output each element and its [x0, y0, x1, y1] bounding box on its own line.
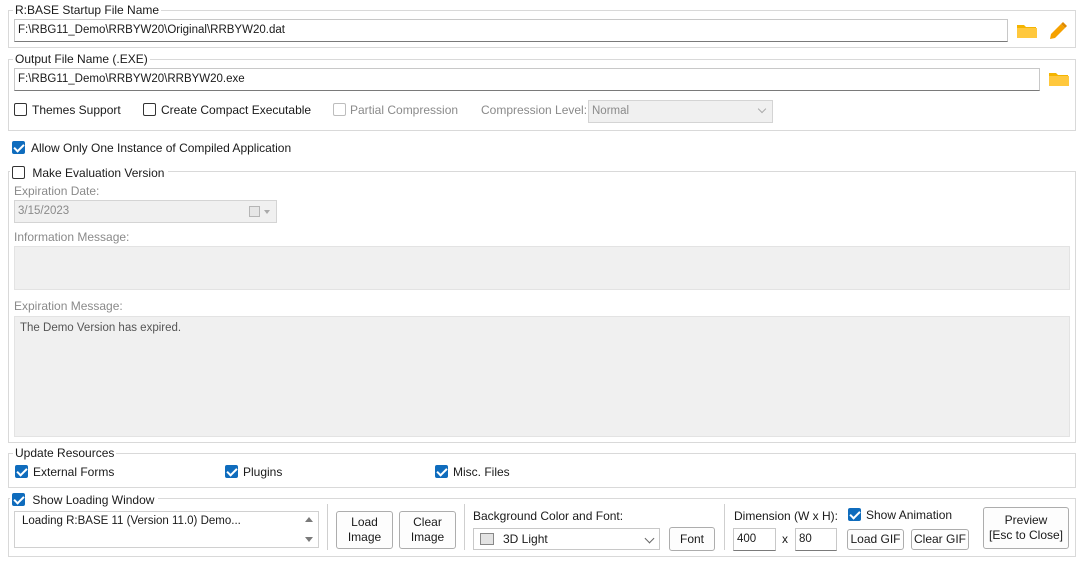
startup-file-legend: R:BASE Startup File Name: [13, 3, 162, 17]
evaluation-legend-box: Make Evaluation Version: [10, 164, 169, 180]
clear-gif-button[interactable]: Clear GIF: [911, 529, 969, 550]
startup-file-input[interactable]: F:\RBG11_Demo\RRBYW20\Original\RRBYW20.d…: [14, 19, 1008, 42]
compact-executable-checkbox[interactable]: [143, 103, 156, 116]
plugins-checkbox[interactable]: [225, 465, 238, 478]
loading-message-memo[interactable]: Loading R:BASE 11 (Version 11.0) Demo...: [14, 511, 319, 548]
color-swatch: [480, 533, 494, 545]
background-color-select[interactable]: 3D Light: [473, 528, 660, 550]
chevron-down-icon: [264, 210, 270, 214]
load-image-button[interactable]: Load Image: [336, 511, 393, 549]
show-loading-window-checkbox[interactable]: [12, 493, 25, 506]
compression-level-label: Compression Level:: [481, 103, 588, 117]
info-message-textarea[interactable]: [14, 246, 1070, 290]
resources-legend: Update Resources: [13, 446, 117, 460]
misc-files-label: Misc. Files: [453, 465, 510, 479]
separator: [724, 504, 725, 550]
compact-executable-label: Create Compact Executable: [161, 103, 312, 117]
preview-button[interactable]: Preview [Esc to Close]: [983, 507, 1069, 549]
compression-level-select[interactable]: Normal: [588, 100, 773, 123]
partial-compression-checkbox[interactable]: [333, 103, 346, 116]
evaluation-version-label: Make Evaluation Version: [32, 166, 165, 180]
compression-level-value: Normal: [592, 105, 630, 117]
clear-image-button[interactable]: Clear Image: [399, 511, 456, 549]
partial-compression-label: Partial Compression: [350, 103, 459, 117]
external-forms-checkbox[interactable]: [15, 465, 28, 478]
chevron-down-icon: [644, 533, 655, 544]
expiration-message-textarea[interactable]: The Demo Version has expired.: [14, 316, 1070, 437]
themes-support-checkbox[interactable]: [14, 103, 27, 116]
resources-group: [8, 453, 1076, 488]
show-animation-checkbox[interactable]: [848, 508, 861, 521]
themes-support-label: Themes Support: [32, 103, 121, 117]
width-input[interactable]: 400: [733, 528, 776, 551]
calendar-icon[interactable]: [249, 206, 260, 217]
output-file-legend: Output File Name (.EXE): [13, 52, 150, 66]
expiration-date-label: Expiration Date:: [14, 184, 100, 198]
folder-open-icon[interactable]: [1048, 70, 1070, 87]
background-color-font-label: Background Color and Font:: [473, 509, 624, 523]
output-file-input[interactable]: F:\RBG11_Demo\RRBYW20\RRBYW20.exe: [14, 68, 1040, 91]
font-button[interactable]: Font: [669, 527, 715, 551]
separator: [327, 504, 328, 550]
show-loading-window-label: Show Loading Window: [32, 493, 155, 507]
single-instance-label: Allow Only One Instance of Compiled Appl…: [31, 141, 292, 155]
folder-open-icon[interactable]: [1016, 22, 1038, 39]
separator: [464, 504, 465, 550]
single-instance-checkbox[interactable]: [12, 141, 25, 154]
background-color-value: 3D Light: [503, 532, 548, 546]
dimension-label: Dimension (W x H):: [734, 509, 839, 523]
expiration-message-label: Expiration Message:: [14, 299, 123, 313]
plugins-label: Plugins: [243, 465, 283, 479]
expiration-date-value: 3/15/2023: [18, 205, 70, 217]
pencil-edit-icon[interactable]: [1047, 19, 1069, 41]
scroll-down-arrow-icon[interactable]: [305, 537, 313, 542]
scroll-up-arrow-icon[interactable]: [305, 517, 313, 522]
evaluation-version-checkbox[interactable]: [12, 166, 25, 179]
height-input[interactable]: 80: [795, 528, 837, 551]
dimension-x-separator: x: [782, 532, 788, 546]
external-forms-label: External Forms: [33, 465, 115, 479]
misc-files-checkbox[interactable]: [435, 465, 448, 478]
loading-message-text: Loading R:BASE 11 (Version 11.0) Demo...: [22, 515, 241, 527]
expiration-date-input[interactable]: 3/15/2023: [14, 200, 277, 223]
chevron-down-icon: [757, 104, 767, 114]
show-animation-label: Show Animation: [866, 508, 953, 522]
load-gif-button[interactable]: Load GIF: [847, 529, 904, 550]
loading-legend-box: Show Loading Window: [10, 491, 159, 507]
info-message-label: Information Message:: [14, 230, 130, 244]
